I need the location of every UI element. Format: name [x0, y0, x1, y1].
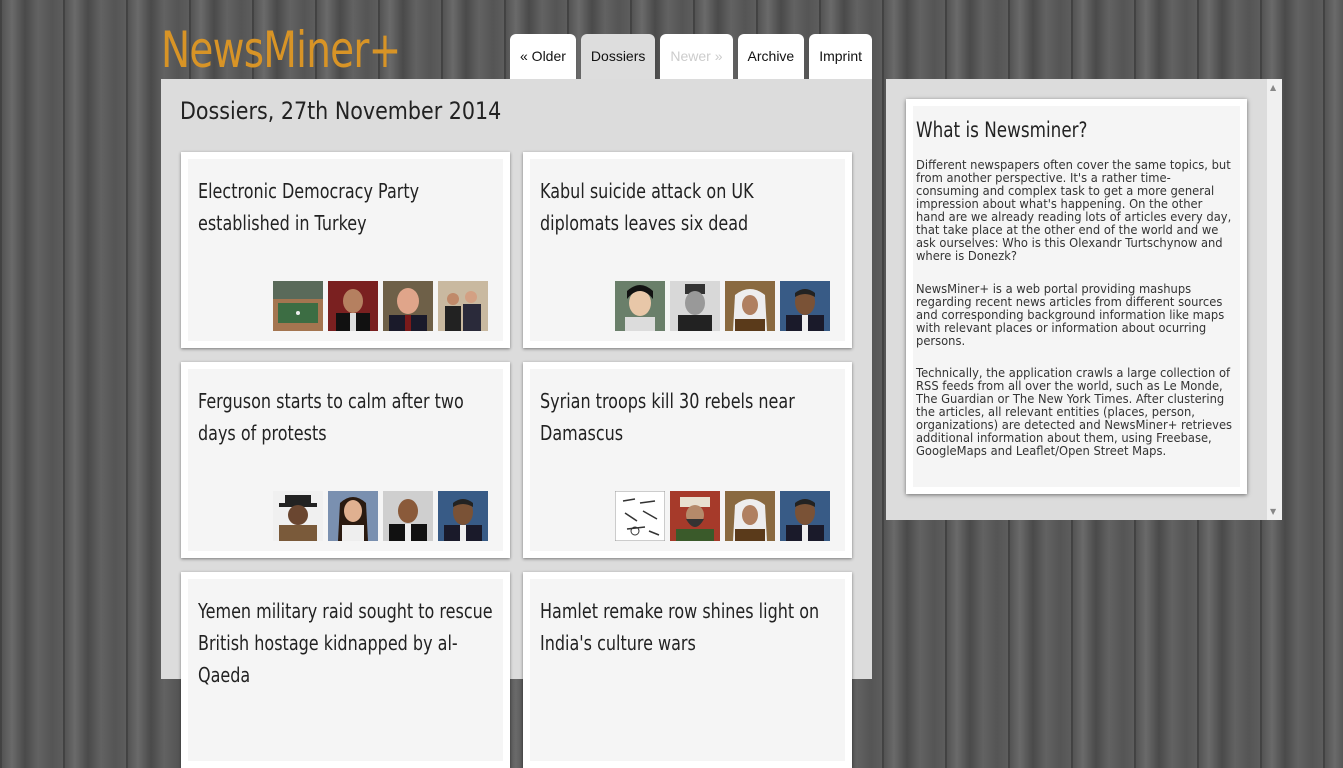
about-title: What is Newsminer?	[916, 118, 1088, 142]
dossier-card[interactable]: Electronic Democracy Party established i…	[181, 152, 510, 348]
about-paragraph: NewsMiner+ is a web portal providing mas…	[916, 282, 1225, 348]
president-portrait[interactable]	[780, 281, 830, 331]
president-portrait[interactable]	[438, 491, 488, 541]
woman-portrait[interactable]	[328, 491, 378, 541]
about-paragraph: Different newspapers often cover the sam…	[916, 158, 1232, 263]
king-portrait[interactable]	[725, 491, 775, 541]
dossier-card[interactable]: Syrian troops kill 30 rebels near Damasc…	[523, 362, 852, 558]
dossier-title[interactable]: Electronic Democracy Party established i…	[198, 175, 494, 239]
politician-portrait[interactable]	[383, 281, 433, 331]
dossier-card[interactable]: Kabul suicide attack on UK diplomats lea…	[523, 152, 852, 348]
top-nav: « Older Dossiers Newer » Archive Imprint	[510, 34, 873, 79]
nav-dossiers-tab[interactable]: Dossiers	[580, 34, 656, 79]
page-title: Dossiers, 27th November 2014	[180, 97, 502, 125]
nav-older-link[interactable]: « Older	[510, 34, 576, 79]
president-portrait[interactable]	[780, 491, 830, 541]
about-box: What is Newsminer? Different newspapers …	[906, 99, 1247, 494]
historic-portrait[interactable]	[670, 281, 720, 331]
dossier-card[interactable]: Ferguson starts to calm after two days o…	[181, 362, 510, 558]
dossier-title[interactable]: Yemen military raid sought to rescue Bri…	[198, 595, 494, 691]
entity-thumbnails	[615, 281, 830, 331]
dossier-title[interactable]: Ferguson starts to calm after two days o…	[198, 385, 494, 449]
dossier-card[interactable]: Hamlet remake row shines light on India'…	[523, 572, 852, 768]
drawing-image[interactable]	[615, 491, 665, 541]
man-portrait[interactable]	[383, 491, 433, 541]
sidebar-scrollbar[interactable]: ▲ ▼	[1267, 79, 1282, 520]
entity-thumbnails	[273, 491, 488, 541]
nav-archive-link[interactable]: Archive	[737, 34, 805, 79]
scroll-up-icon[interactable]: ▲	[1270, 83, 1276, 92]
nav-imprint-link[interactable]: Imprint	[809, 34, 873, 79]
dossier-title[interactable]: Kabul suicide attack on UK diplomats lea…	[540, 175, 836, 239]
tennis-court-photo[interactable]	[273, 281, 323, 331]
main-panel: Dossiers, 27th November 2014 Electronic …	[161, 79, 872, 768]
politician-portrait[interactable]	[328, 281, 378, 331]
nav-newer-link: Newer »	[660, 34, 733, 79]
sidebar-panel: What is Newsminer? Different newspapers …	[886, 79, 1282, 520]
dossier-card[interactable]: Yemen military raid sought to rescue Bri…	[181, 572, 510, 768]
king-portrait[interactable]	[725, 281, 775, 331]
group-photo[interactable]	[438, 281, 488, 331]
about-paragraph: Technically, the application crawls a la…	[916, 366, 1233, 458]
scroll-down-icon[interactable]: ▼	[1270, 507, 1276, 516]
entity-thumbnails	[615, 491, 830, 541]
man-hat-portrait[interactable]	[273, 491, 323, 541]
cleric-portrait[interactable]	[670, 491, 720, 541]
site-logo[interactable]: NewsMiner+	[161, 18, 401, 82]
dossier-title[interactable]: Hamlet remake row shines light on India'…	[540, 595, 836, 659]
woman-portrait[interactable]	[615, 281, 665, 331]
dossier-title[interactable]: Syrian troops kill 30 rebels near Damasc…	[540, 385, 836, 449]
entity-thumbnails	[273, 281, 488, 331]
